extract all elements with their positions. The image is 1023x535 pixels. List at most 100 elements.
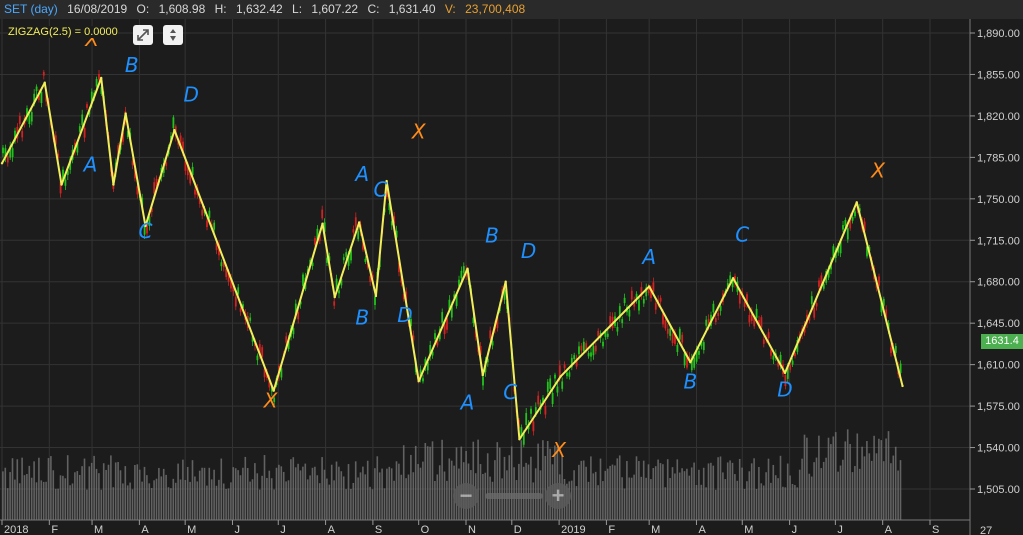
zoom-out-button[interactable]: −	[453, 483, 479, 509]
volume-bar	[520, 440, 523, 520]
volume-bar	[225, 489, 227, 520]
time-axis[interactable]: 2018 F M A M J J A S O N D 2019 F M A M J J A S	[1, 520, 939, 535]
volume-bar	[270, 478, 273, 520]
volume-bar	[892, 455, 895, 520]
volume-bar	[294, 467, 297, 520]
volume-bar	[316, 475, 319, 520]
last-price-tag: 1631.4	[981, 334, 1023, 349]
volume-bar	[741, 467, 743, 520]
volume-bar	[323, 469, 326, 520]
candle-body	[844, 220, 847, 226]
volume-bar	[357, 477, 359, 520]
volume-bar	[28, 465, 31, 520]
volume-bar	[681, 468, 683, 520]
volume-bar	[213, 469, 215, 520]
volume-bar	[806, 437, 808, 520]
candle-body	[813, 307, 816, 318]
volume-bar	[174, 482, 177, 520]
volume-bar	[477, 439, 479, 520]
volume-bar	[256, 473, 259, 520]
candle-body	[578, 346, 580, 355]
candle-body	[652, 282, 655, 292]
volume-bar	[278, 464, 280, 520]
candle-body	[573, 355, 576, 360]
price-axis[interactable]: 1,890.00 1,855.00 1,820.00 1,785.00 1,750.00…	[970, 28, 1020, 535]
candle-body	[83, 127, 86, 138]
candle-body	[878, 276, 880, 286]
volume-bar	[146, 475, 148, 520]
volume-bar	[669, 478, 671, 520]
candle-body	[671, 333, 674, 344]
expand-button[interactable]	[133, 25, 153, 45]
candle-body	[842, 225, 844, 230]
y-tick-label: 1,575.00	[977, 401, 1020, 413]
volume-bar	[378, 472, 381, 520]
volume-bar	[580, 460, 583, 520]
volume-bar	[630, 477, 633, 520]
settings-button[interactable]	[163, 25, 183, 45]
pattern-label-a: A	[82, 153, 98, 177]
price-chart[interactable]: XABCDXABCDXABCDXABCDX 1,890.001,855.001,…	[0, 0, 1023, 535]
zigzag-point	[417, 380, 420, 383]
pattern-label-b: B	[355, 305, 369, 329]
volume-bar	[837, 471, 839, 520]
volume-bar	[573, 470, 575, 520]
volume-bar	[448, 458, 451, 520]
candle-body	[220, 262, 223, 267]
volume-bar	[645, 477, 647, 520]
volume-bar	[770, 482, 772, 520]
candle-body	[443, 324, 446, 335]
candle-body	[28, 115, 31, 124]
volume-bar	[616, 458, 619, 520]
candle-body	[594, 345, 597, 352]
volume-bar	[366, 460, 369, 520]
volume-bar	[287, 480, 290, 520]
volume-bar	[227, 488, 230, 520]
volume-bar	[321, 457, 323, 520]
volume-bar	[844, 441, 847, 520]
pattern-label-c: C	[735, 222, 749, 246]
volume-bar	[381, 468, 383, 520]
zigzag-point	[374, 294, 378, 298]
volume-bar	[642, 460, 645, 520]
volume-bar	[722, 472, 724, 520]
x-tick-label: F	[51, 524, 58, 535]
x-tick-label: J	[837, 524, 843, 535]
volume-bar	[472, 441, 475, 520]
volume-bar	[827, 437, 830, 520]
candle-body	[693, 357, 696, 368]
volume-bar	[114, 462, 117, 520]
zigzag-point	[43, 81, 46, 84]
volume-bar	[189, 481, 191, 520]
volume-bar	[273, 489, 275, 520]
volume-bar	[796, 487, 799, 520]
x-tick-label: S	[375, 524, 382, 535]
pattern-label-c: C	[503, 380, 517, 404]
volume-bar	[40, 480, 43, 520]
volume-bar	[302, 466, 304, 520]
volume-bar	[26, 473, 28, 520]
candle-body	[748, 314, 751, 323]
volume-bar	[309, 475, 311, 520]
candle-body	[537, 395, 540, 405]
volume-bar	[700, 484, 703, 520]
volume-bar	[594, 471, 597, 520]
zoom-slider[interactable]	[485, 493, 543, 499]
x-tick-label: O	[421, 524, 430, 535]
volume-bar	[494, 460, 496, 520]
volume-bar	[383, 488, 386, 520]
candle-body	[544, 405, 547, 415]
candle-body	[345, 252, 348, 257]
volume-bar	[88, 466, 91, 520]
volume-bar	[23, 475, 26, 520]
candle-body	[606, 333, 609, 337]
volume-bar	[33, 461, 35, 520]
candle-body	[714, 318, 717, 323]
x-tick-label: N	[468, 524, 476, 535]
volume-bar	[261, 475, 263, 520]
candle-body	[755, 308, 758, 318]
volume-bar	[122, 483, 124, 520]
zoom-in-button[interactable]: +	[545, 483, 571, 509]
volume-bar	[496, 442, 499, 520]
candle-body	[592, 346, 595, 356]
